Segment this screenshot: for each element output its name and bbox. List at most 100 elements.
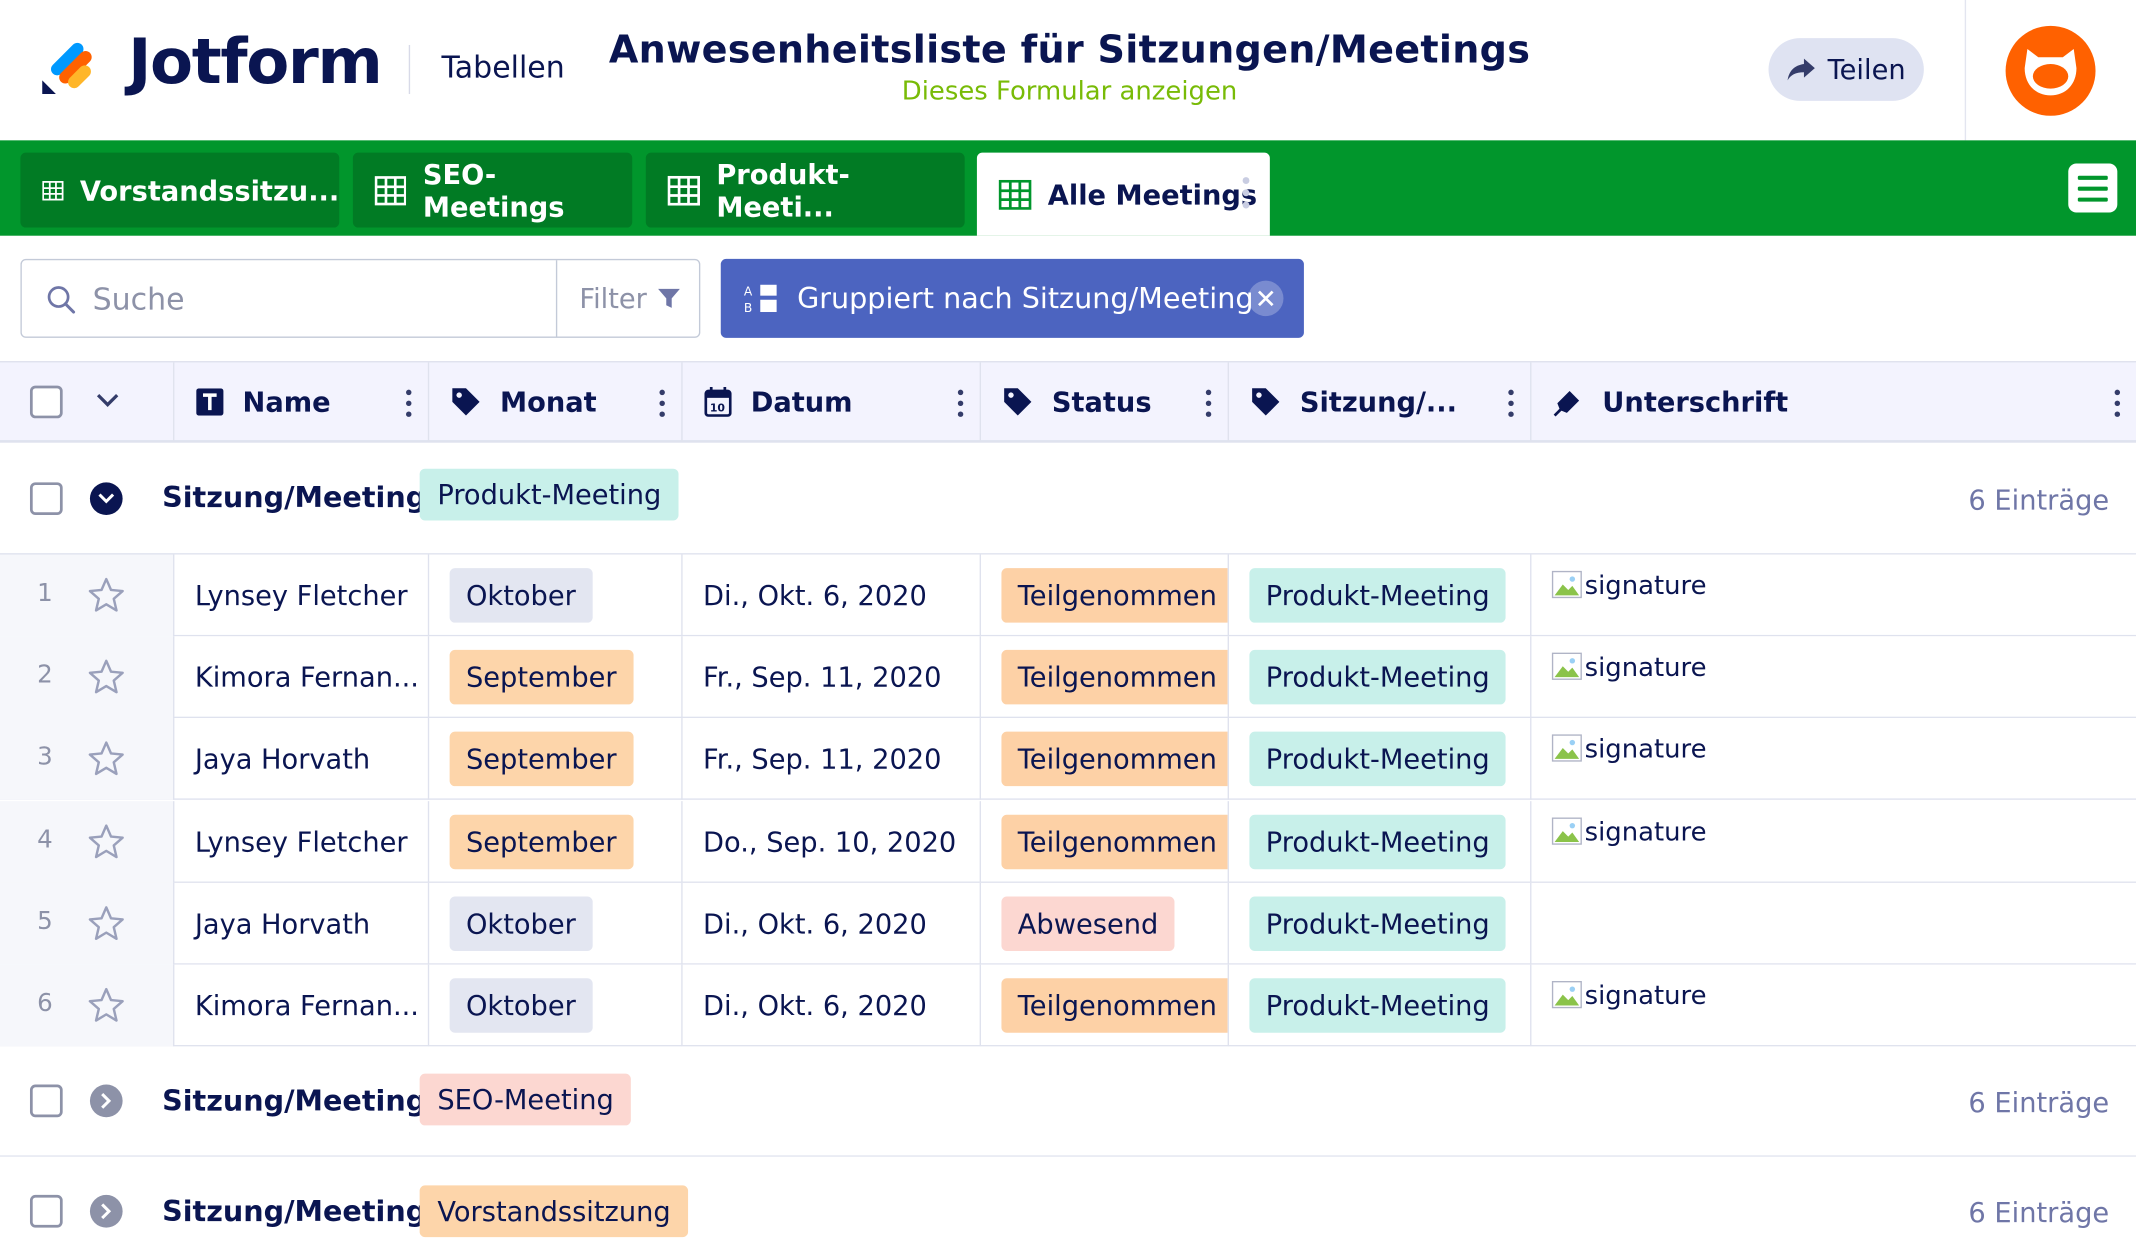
group-checkbox[interactable]	[29, 482, 63, 516]
name-cell[interactable]: Kimora Fernan...	[173, 636, 428, 719]
meeting-cell[interactable]: Produkt-Meeting	[1227, 964, 1530, 1047]
name-cell[interactable]: Jaya Horvath	[173, 882, 428, 965]
search-input[interactable]	[92, 276, 543, 323]
signature-image[interactable]: signature	[1551, 965, 1707, 1047]
tab-seo-meetings[interactable]: SEO-Meetings	[352, 152, 633, 228]
share-button[interactable]: Teilen	[1768, 38, 1924, 101]
view-form-link[interactable]: Dieses Formular anzeigen	[600, 76, 1540, 106]
column-options-icon[interactable]	[957, 389, 964, 417]
name-cell[interactable]: Kimora Fernan...	[173, 964, 428, 1047]
meeting-cell[interactable]: Produkt-Meeting	[1227, 800, 1530, 883]
date-cell[interactable]: Di., Okt. 6, 2020	[681, 964, 979, 1047]
date-cell[interactable]: Do., Sep. 10, 2020	[681, 800, 979, 883]
status-cell[interactable]: Teilgenommen	[979, 800, 1228, 883]
calendar-icon: 10	[704, 386, 732, 417]
group-checkbox[interactable]	[29, 1084, 63, 1118]
page-title: Anwesenheitsliste für Sitzungen/Meetings	[608, 27, 1531, 73]
column-header-name[interactable]: Name	[173, 362, 428, 442]
group-header-produkt-meeting[interactable]: Sitzung/Meeting: Produkt-Meeting 6 Eintr…	[0, 442, 2136, 555]
date-cell[interactable]: Fr., Sep. 11, 2020	[681, 636, 979, 719]
remove-grouping-button[interactable]	[1248, 280, 1284, 317]
signature-image[interactable]: signature	[1551, 637, 1707, 719]
star-icon[interactable]	[87, 822, 125, 860]
column-options-icon[interactable]	[1508, 389, 1514, 417]
select-all-checkbox[interactable]	[29, 385, 63, 419]
date-cell[interactable]: Fr., Sep. 11, 2020	[681, 718, 979, 801]
signature-cell[interactable]: signature	[1530, 800, 2136, 883]
signature-image[interactable]: signature	[1551, 555, 1707, 637]
group-checkbox[interactable]	[29, 1194, 63, 1228]
tab-produkt-meetings[interactable]: Produkt-Meeti...	[645, 152, 965, 228]
month-cell[interactable]: Oktober	[427, 554, 681, 637]
column-header-status[interactable]: Status	[979, 362, 1228, 442]
status-cell[interactable]: Abwesend	[979, 882, 1228, 965]
date-cell[interactable]: Di., Okt. 6, 2020	[681, 554, 979, 637]
column-header-monat[interactable]: Monat	[427, 362, 681, 442]
signature-cell[interactable]: signature	[1530, 964, 2136, 1047]
group-by-chip[interactable]: A B Gruppiert nach Sitzung/Meeting	[720, 258, 1304, 338]
chevron-down-icon[interactable]	[95, 392, 120, 408]
group-header-vorstandssitzung[interactable]: Sitzung/Meeting: Vorstandssitzung 6 Eint…	[0, 1156, 2136, 1254]
signature-cell[interactable]	[1530, 882, 2136, 965]
signature-cell[interactable]: signature	[1530, 718, 2136, 801]
signature-cell[interactable]: signature	[1530, 636, 2136, 719]
name-cell[interactable]: Jaya Horvath	[173, 718, 428, 801]
tab-vorstandssitzung[interactable]: Vorstandssitzu...	[20, 152, 340, 228]
table-row[interactable]: 5 Jaya Horvath Oktober Di., Okt. 6, 2020…	[0, 882, 2136, 965]
signature-cell[interactable]: signature	[1530, 554, 2136, 637]
group-label: Sitzung/Meeting:	[162, 1084, 438, 1118]
column-header-sitzung[interactable]: Sitzung/...	[1227, 362, 1530, 442]
star-icon[interactable]	[87, 904, 125, 942]
logo-text[interactable]: Jotform	[128, 25, 383, 99]
month-cell[interactable]: September	[427, 718, 681, 801]
month-cell[interactable]: Oktober	[427, 964, 681, 1047]
column-options-icon[interactable]	[406, 389, 412, 417]
column-options-icon[interactable]	[659, 389, 665, 417]
star-icon[interactable]	[87, 658, 125, 696]
month-cell[interactable]: September	[427, 636, 681, 719]
status-cell[interactable]: Teilgenommen	[979, 718, 1228, 801]
expand-group-button[interactable]	[89, 1084, 123, 1118]
column-options-icon[interactable]	[1205, 389, 1212, 417]
group-header-seo-meeting[interactable]: Sitzung/Meeting: SEO-Meeting 6 Einträge	[0, 1046, 2136, 1157]
share-arrow-icon	[1788, 58, 1816, 81]
status-cell[interactable]: Teilgenommen	[979, 636, 1228, 719]
star-icon[interactable]	[87, 576, 125, 614]
column-options-icon[interactable]	[2114, 389, 2121, 417]
meeting-cell[interactable]: Produkt-Meeting	[1227, 718, 1530, 801]
tab-options-icon[interactable]	[1242, 177, 1251, 209]
month-badge: Oktober	[449, 568, 593, 623]
name-cell[interactable]: Lynsey Fletcher	[173, 800, 428, 883]
month-cell[interactable]: September	[427, 800, 681, 883]
table-row[interactable]: 2 Kimora Fernan... September Fr., Sep. 1…	[0, 636, 2136, 719]
table-row[interactable]: 6 Kimora Fernan... Oktober Di., Okt. 6, …	[0, 964, 2136, 1047]
group-entry-count: 6 Einträge	[1968, 1085, 2110, 1119]
status-cell[interactable]: Teilgenommen	[979, 554, 1228, 637]
column-header-unterschrift[interactable]: Unterschrift	[1530, 362, 2136, 442]
row-index-cell: 5	[0, 882, 174, 965]
tab-alle-meetings[interactable]: Alle Meetings	[976, 152, 1270, 236]
collapse-group-button[interactable]	[89, 482, 123, 516]
month-cell[interactable]: Oktober	[427, 882, 681, 965]
hamburger-menu-button[interactable]	[2068, 163, 2118, 213]
star-icon[interactable]	[87, 986, 125, 1024]
meeting-cell[interactable]: Produkt-Meeting	[1227, 882, 1530, 965]
expand-group-button[interactable]	[89, 1194, 123, 1228]
group-by-icon: A B	[744, 285, 777, 315]
column-header-datum[interactable]: 10 Datum	[681, 362, 979, 442]
avatar[interactable]	[2005, 25, 2096, 116]
meeting-cell[interactable]: Produkt-Meeting	[1227, 636, 1530, 719]
name-cell[interactable]: Lynsey Fletcher	[173, 554, 428, 637]
signature-image[interactable]: signature	[1551, 719, 1707, 801]
filter-button[interactable]: Filter	[555, 260, 702, 337]
date-cell[interactable]: Di., Okt. 6, 2020	[681, 882, 979, 965]
table-row[interactable]: 4 Lynsey Fletcher September Do., Sep. 10…	[0, 800, 2136, 883]
signature-image[interactable]: signature	[1551, 801, 1707, 883]
table-row[interactable]: 1 Lynsey Fletcher Oktober Di., Okt. 6, 2…	[0, 554, 2136, 637]
product-name[interactable]: Tabellen	[441, 52, 564, 86]
table-row[interactable]: 3 Jaya Horvath September Fr., Sep. 11, 2…	[0, 718, 2136, 801]
star-icon[interactable]	[87, 740, 125, 778]
status-cell[interactable]: Teilgenommen	[979, 964, 1228, 1047]
meeting-cell[interactable]: Produkt-Meeting	[1227, 554, 1530, 637]
jotform-logo-icon[interactable]	[38, 34, 101, 97]
